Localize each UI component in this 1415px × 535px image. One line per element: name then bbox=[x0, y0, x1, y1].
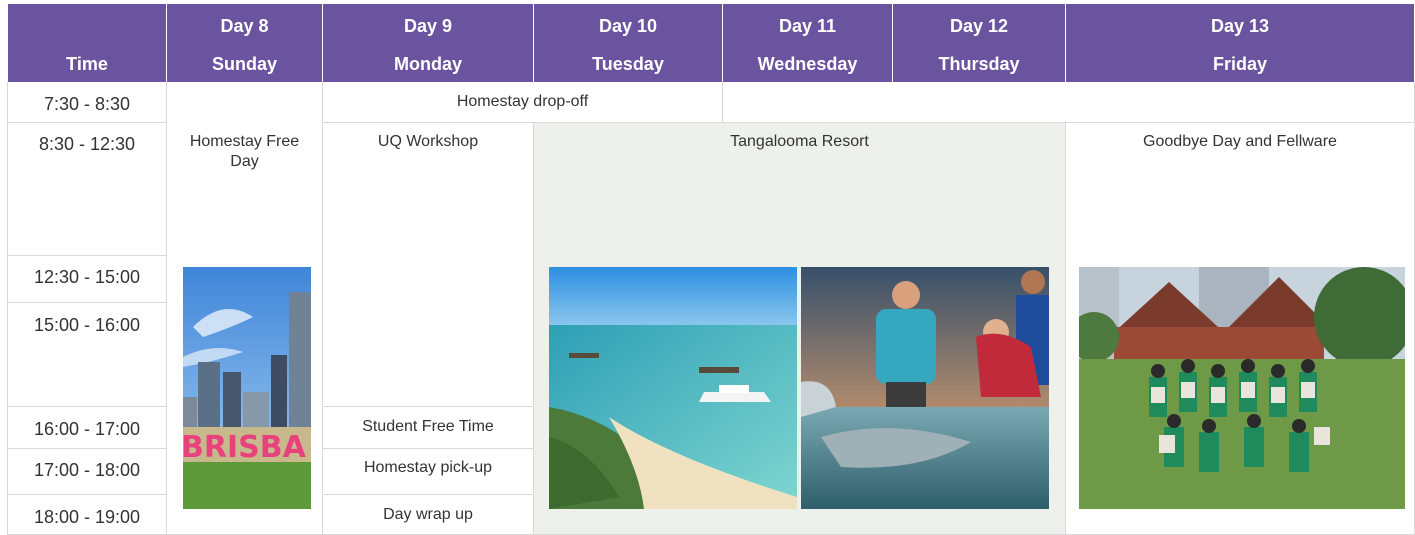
itinerary-schedule: Time Day 8 Sunday Day 9 Monday Day 10 Tu… bbox=[0, 0, 1415, 535]
activity-day-wrap-up: Day wrap up bbox=[383, 506, 473, 523]
time-slot: 8:30 - 12:30 bbox=[38, 134, 136, 154]
header-weekday: Monday bbox=[393, 54, 462, 74]
activity-student-free-time: Student Free Time bbox=[362, 418, 494, 435]
header-weekday: Sunday bbox=[211, 54, 277, 74]
grid-line bbox=[1065, 123, 1066, 535]
group-photo bbox=[1079, 267, 1405, 509]
brisbane-sign-photo: BRISBA bbox=[183, 267, 311, 509]
grid-line bbox=[7, 494, 167, 495]
grid-line bbox=[722, 82, 723, 123]
header-day-8: Day 8 Sunday bbox=[167, 4, 322, 82]
header-day-number: Day 9 bbox=[403, 16, 453, 36]
svg-text:BRISBA: BRISBA bbox=[183, 430, 307, 465]
header-day-number: Day 10 bbox=[598, 16, 658, 36]
header-weekday: Tuesday bbox=[592, 54, 664, 74]
activity-homestay-pickup: Homestay pick-up bbox=[363, 459, 493, 476]
grid-line bbox=[7, 255, 167, 256]
header-day-number: Day 8 bbox=[220, 16, 269, 36]
activity-homestay-free-day: Homestay Free Day bbox=[189, 133, 300, 170]
header-weekday: Friday bbox=[1212, 54, 1268, 74]
header-weekday: Thursday bbox=[938, 54, 1020, 74]
activity-goodbye-day: Goodbye Day and Fellware bbox=[1143, 133, 1337, 150]
tangalooma-beach-photo bbox=[549, 267, 797, 509]
time-slot: 7:30 - 8:30 bbox=[43, 94, 131, 114]
grid-line bbox=[7, 406, 167, 407]
header-day-13: Day 13 Friday bbox=[1066, 4, 1414, 82]
dolphin-feeding-photo bbox=[801, 267, 1049, 509]
header-day-number: Day 11 bbox=[778, 16, 837, 36]
grid-line bbox=[322, 406, 534, 407]
activity-uq-workshop: UQ Workshop bbox=[377, 133, 479, 150]
time-slot: 16:00 - 17:00 bbox=[33, 419, 141, 439]
grid-line bbox=[7, 122, 167, 123]
grid-line bbox=[322, 494, 534, 495]
time-slot: 17:00 - 18:00 bbox=[33, 460, 141, 480]
grid-line bbox=[533, 123, 534, 535]
grid-line bbox=[322, 448, 534, 449]
header-day-10: Day 10 Tuesday bbox=[534, 4, 722, 82]
header-day-12: Day 12 Thursday bbox=[893, 4, 1065, 82]
activity-homestay-dropoff: Homestay drop-off bbox=[456, 93, 589, 110]
time-slot: 18:00 - 19:00 bbox=[33, 507, 141, 527]
header-time: Time bbox=[8, 4, 166, 82]
grid-line bbox=[7, 448, 167, 449]
grid-line bbox=[322, 122, 1415, 123]
time-slot: 12:30 - 15:00 bbox=[33, 267, 141, 287]
header-day-11: Day 11 Wednesday bbox=[723, 4, 892, 82]
header-day-number: Day 12 bbox=[949, 16, 1009, 36]
activity-tangalooma: Tangalooma Resort bbox=[730, 133, 869, 150]
grid-line bbox=[166, 82, 167, 535]
header-day-number: Day 13 bbox=[1210, 16, 1270, 36]
time-slot: 15:00 - 16:00 bbox=[33, 315, 141, 335]
header-day-9: Day 9 Monday bbox=[323, 4, 533, 82]
grid-line bbox=[7, 302, 167, 303]
header-weekday: Wednesday bbox=[757, 54, 858, 74]
header-time-label: Time bbox=[66, 54, 108, 74]
